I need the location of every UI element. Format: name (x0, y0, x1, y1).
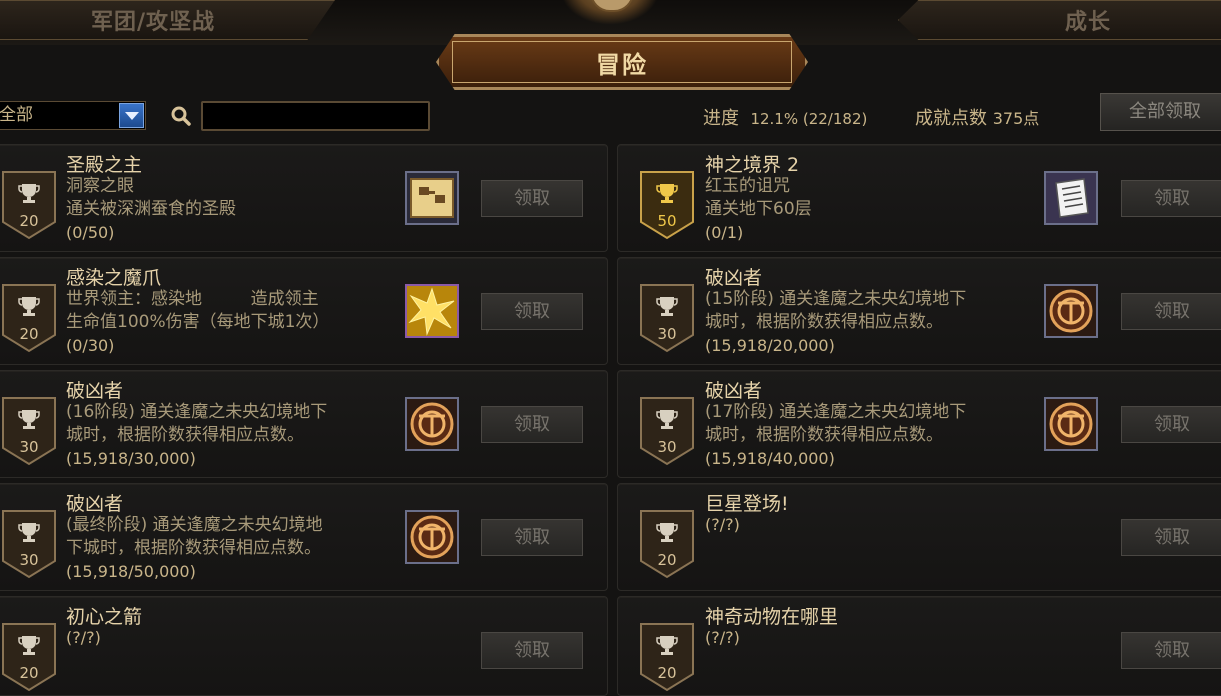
achievement-description: (17阶段) 通关逢魔之未央幻境地下 城时，根据阶数获得相应点数。 (705, 402, 967, 445)
points-value: 20 (19, 325, 39, 343)
points-label: 成就点数 (915, 108, 987, 129)
claim-button[interactable]: 领取 (1121, 406, 1221, 443)
achievement-progress: (15,918/50,000) (66, 562, 196, 581)
tab-legion-siege[interactable]: 军团/攻坚战 (0, 0, 335, 40)
achievement-title: 破凶者 (705, 380, 763, 402)
achievement-progress: (?/?) (705, 515, 740, 534)
achievement-description: 洞察之眼 通关被深渊蚕食的圣殿 (66, 176, 236, 219)
achievement-title: 圣殿之主 (66, 154, 143, 176)
achievement-card: 20 初心之箭 (?/?) 领取 (0, 596, 608, 696)
points-badge: 20 (1, 622, 57, 692)
progress-value: 12.1% (22/182) (750, 110, 868, 128)
points-value: 30 (19, 551, 39, 569)
achievement-description: (15阶段) 通关逢魔之未央幻境地下 城时，根据阶数获得相应点数。 (705, 289, 967, 332)
claim-button[interactable]: 领取 (481, 293, 583, 330)
seal-icon (405, 397, 459, 451)
points-badge: 20 (1, 170, 57, 240)
map-icon (405, 171, 459, 225)
achievement-title: 神奇动物在哪里 (705, 606, 839, 628)
achievement-progress: (0/50) (66, 223, 115, 242)
seal-icon (1044, 397, 1098, 451)
claim-button[interactable]: 领取 (1121, 180, 1221, 217)
claim-button[interactable]: 领取 (1121, 632, 1221, 669)
achievement-card: 20 感染之魔爪 世界领主：感染地 造成领主 生命值100%伤害（每地下城1次） (0… (0, 257, 608, 365)
points-value: 20 (19, 664, 39, 682)
burst-icon (405, 284, 459, 338)
achievement-card: 20 神奇动物在哪里 (?/?) 领取 (617, 596, 1221, 696)
points-badge: 30 (1, 396, 57, 466)
points-value: 30 (657, 438, 677, 456)
achievement-card: 20 圣殿之主 洞察之眼 通关被深渊蚕食的圣殿 (0/50) 领取 (0, 144, 608, 252)
achievement-progress: (0/30) (66, 336, 115, 355)
claim-button[interactable]: 领取 (481, 406, 583, 443)
claim-button[interactable]: 领取 (481, 632, 583, 669)
points-badge: 20 (1, 283, 57, 353)
points-value: 20 (657, 551, 677, 569)
achievement-progress: (?/?) (705, 628, 740, 647)
dropdown-arrow-icon[interactable] (119, 103, 144, 128)
achievement-card: 20 巨星登场! (?/?) 领取 (617, 483, 1221, 591)
achievement-description: 红玉的诅咒 通关地下60层 (705, 176, 812, 219)
claim-button[interactable]: 领取 (481, 519, 583, 556)
achievement-card: 30 破凶者 (15阶段) 通关逢魔之未央幻境地下 城时，根据阶数获得相应点数。 (1… (617, 257, 1221, 365)
achievement-card: 30 破凶者 (16阶段) 通关逢魔之未央幻境地下 城时，根据阶数获得相应点数。 (1… (0, 370, 608, 478)
points-value: 50 (657, 212, 677, 230)
achievement-title: 破凶者 (705, 267, 763, 289)
points-value: 30 (19, 438, 39, 456)
points-summary: 成就点数 375点 (915, 104, 1039, 130)
achievement-card: 30 破凶者 (17阶段) 通关逢魔之未央幻境地下 城时，根据阶数获得相应点数。 (1… (617, 370, 1221, 478)
points-badge: 20 (639, 622, 695, 692)
points-badge: 30 (1, 509, 57, 579)
achievement-description: (16阶段) 通关逢魔之未央幻境地下 城时，根据阶数获得相应点数。 (66, 402, 328, 445)
progress-summary: 进度 12.1% (22/182) (703, 104, 867, 130)
achievement-progress: (15,918/30,000) (66, 449, 196, 468)
achievement-title: 巨星登场! (705, 493, 789, 515)
claim-button[interactable]: 领取 (1121, 519, 1221, 556)
achievement-card: 50 神之境界 2 红玉的诅咒 通关地下60层 (0/1) 领取 (617, 144, 1221, 252)
points-value: 375点 (992, 109, 1040, 128)
points-badge: 30 (639, 283, 695, 353)
claim-button[interactable]: 领取 (481, 180, 583, 217)
seal-icon (405, 510, 459, 564)
claim-all-button[interactable]: 全部领取 (1100, 93, 1221, 131)
achievement-title: 神之境界 2 (705, 154, 800, 176)
points-value: 20 (657, 664, 677, 682)
tab-adventure[interactable]: 冒险 (436, 34, 808, 90)
points-badge: 20 (639, 509, 695, 579)
points-value: 20 (19, 212, 39, 230)
seal-icon (1044, 284, 1098, 338)
achievement-description: 世界领主：感染地 造成领主 生命值100%伤害（每地下城1次） (66, 289, 330, 332)
achievement-card: 30 破凶者 (最终阶段) 通关逢魔之未央幻境地 下城时，根据阶数获得相应点数。 (1… (0, 483, 608, 591)
achievement-progress: (?/?) (66, 628, 101, 647)
scroll-icon (1044, 171, 1098, 225)
search-icon[interactable] (171, 106, 191, 126)
search-input[interactable] (201, 101, 430, 131)
achievement-progress: (15,918/40,000) (705, 449, 835, 468)
achievement-progress: (15,918/20,000) (705, 336, 835, 355)
achievement-title: 感染之魔爪 (66, 267, 162, 289)
achievement-progress: (0/1) (705, 223, 744, 242)
claim-button[interactable]: 领取 (1121, 293, 1221, 330)
points-badge: 50 (639, 170, 695, 240)
progress-label: 进度 (703, 108, 739, 129)
achievement-title: 破凶者 (66, 380, 124, 402)
points-badge: 30 (639, 396, 695, 466)
tab-growth[interactable]: 成长 (898, 0, 1221, 40)
achievement-description: (最终阶段) 通关逢魔之未央幻境地 下城时，根据阶数获得相应点数。 (66, 515, 323, 558)
points-value: 30 (657, 325, 677, 343)
emblem-icon (560, 0, 660, 25)
category-select-value: 全部 (0, 105, 33, 125)
achievement-title: 破凶者 (66, 493, 124, 515)
achievement-title: 初心之箭 (66, 606, 143, 628)
category-select[interactable]: 全部 (0, 101, 146, 130)
